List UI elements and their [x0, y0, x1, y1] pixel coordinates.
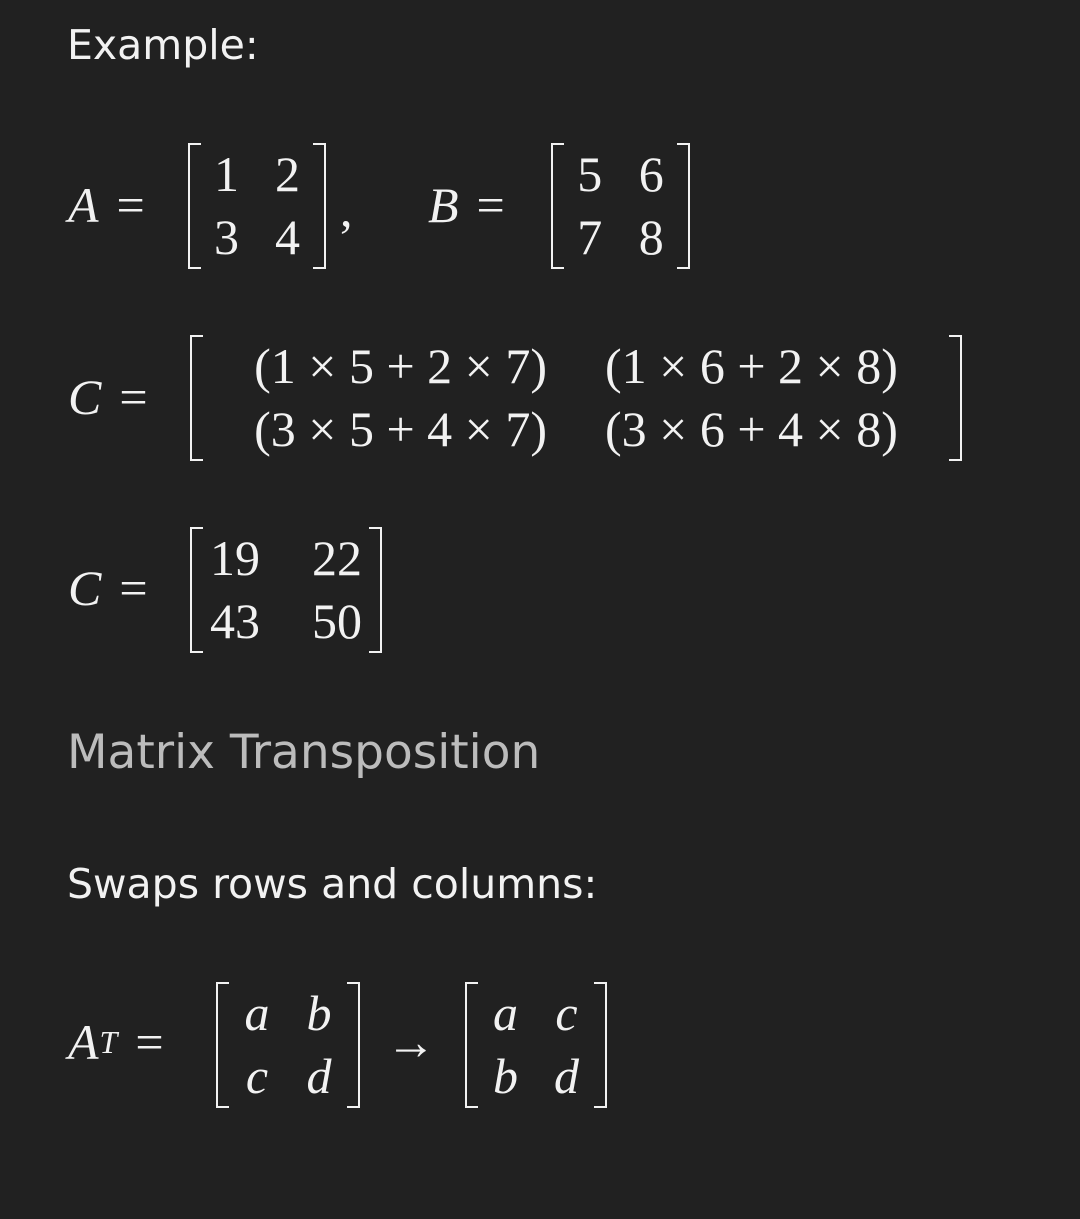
matrix-cell: 2 — [275, 146, 300, 202]
left-bracket — [465, 982, 478, 1108]
lhs-b: B = — [428, 175, 505, 235]
matrix-cell: c — [245, 1048, 269, 1104]
left-bracket — [216, 982, 229, 1108]
matrix-cell: (3 × 6 + 4 × 8) — [605, 401, 898, 457]
matrix-cell: 5 — [577, 146, 603, 202]
matrix-cell: d — [554, 1048, 579, 1104]
section-heading: Matrix Transposition — [67, 725, 541, 780]
var-b: B — [428, 177, 459, 233]
matrix-cell: 50 — [312, 593, 362, 649]
matrix-cell: (1 × 5 + 2 × 7) — [254, 338, 547, 394]
matrix-transposed: a c b d — [465, 982, 607, 1108]
right-bracket — [949, 335, 962, 461]
equals-sign: = — [119, 560, 148, 616]
matrix-cell: b — [306, 985, 332, 1041]
var-a: A — [68, 177, 99, 233]
matrix-cell: 43 — [210, 593, 260, 649]
matrix-cell: a — [244, 985, 270, 1041]
arrow-right-icon: → — [386, 1014, 436, 1070]
right-bracket — [313, 143, 326, 269]
matrix-cell: b — [493, 1048, 518, 1104]
matrix-cell: 3 — [214, 209, 239, 265]
matrix-b: 5 6 7 8 — [551, 143, 690, 269]
matrix-cell: 6 — [638, 146, 664, 202]
comma: , — [340, 181, 353, 237]
right-bracket — [369, 527, 382, 653]
left-bracket — [188, 143, 201, 269]
right-bracket — [594, 982, 607, 1108]
right-bracket — [347, 982, 360, 1108]
var-c: C — [68, 369, 102, 425]
var-c: C — [68, 560, 102, 616]
matrix-a: 1 2 3 4 — [188, 143, 326, 269]
matrix-cell: a — [493, 985, 518, 1041]
intro-text: Example: — [67, 21, 259, 69]
equals-sign: = — [116, 177, 145, 233]
var-a: A — [68, 1014, 99, 1070]
matrix-cell: 1 — [214, 146, 239, 202]
matrix-cell: 7 — [577, 209, 603, 265]
lhs-a-transpose: AT = — [68, 1012, 164, 1072]
matrix-c-expanded: (1 × 5 + 2 × 7) (1 × 6 + 2 × 8) (3 × 5 +… — [190, 335, 962, 461]
matrix-cell: (3 × 5 + 4 × 7) — [254, 401, 547, 457]
equals-sign: = — [119, 369, 148, 425]
left-bracket — [190, 335, 203, 461]
matrix-cell: 8 — [638, 209, 664, 265]
equals-sign: = — [476, 177, 505, 233]
matrix-cell: 4 — [275, 209, 300, 265]
matrix-cell: d — [306, 1048, 332, 1104]
superscript-t: T — [99, 1023, 118, 1060]
matrix-c-result: 19 22 43 50 — [190, 527, 382, 653]
matrix-cell: (1 × 6 + 2 × 8) — [605, 338, 898, 394]
lhs-c: C = — [68, 367, 148, 427]
lhs-c: C = — [68, 558, 148, 618]
matrix-cell: 22 — [312, 530, 362, 586]
matrix-original: a b c d — [216, 982, 360, 1108]
left-bracket — [551, 143, 564, 269]
lhs-a: A = — [68, 175, 145, 235]
equals-sign: = — [135, 1014, 164, 1070]
matrix-cell: c — [555, 985, 578, 1041]
description-text: Swaps rows and columns: — [67, 860, 598, 908]
right-bracket — [677, 143, 690, 269]
matrix-cell: 19 — [210, 530, 260, 586]
left-bracket — [190, 527, 203, 653]
